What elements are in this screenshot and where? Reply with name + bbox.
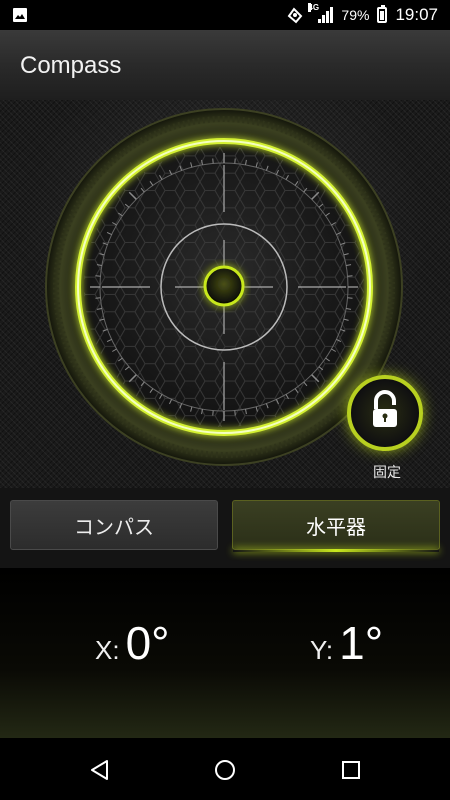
mode-tabs: コンパス 水平器 [0, 488, 450, 568]
lock-label: 固定 [373, 464, 401, 480]
app-title: Compass [20, 52, 122, 79]
tab-compass[interactable]: コンパス [10, 500, 218, 550]
unlocked-padlock-icon [373, 390, 397, 427]
back-icon[interactable] [88, 758, 112, 782]
nfc-icon [288, 7, 303, 24]
tilt-readout: X: 0° Y: 1° [0, 568, 450, 738]
y-readout: Y: 1° [310, 616, 383, 670]
tab-compass-label: コンパス [74, 516, 154, 539]
battery-percent: 79% [341, 7, 370, 23]
y-label: Y: [310, 635, 334, 665]
status-bar: 4G 79% 19:07 [0, 0, 450, 30]
navigation-bar [0, 740, 450, 800]
x-value: 0° [125, 617, 170, 669]
clock: 19:07 [395, 5, 438, 24]
tab-level-label: 水平器 [306, 516, 366, 539]
signal-icon: 4G [308, 3, 334, 23]
battery-icon [377, 5, 388, 23]
app-bar: Compass [0, 30, 450, 100]
level-bubble [203, 265, 245, 307]
home-icon[interactable] [213, 758, 237, 782]
x-readout: X: 0° [95, 616, 170, 670]
y-value: 1° [339, 617, 384, 669]
active-tab-indicator [233, 549, 439, 552]
tab-level[interactable]: 水平器 [232, 500, 440, 552]
lock-button[interactable] [347, 375, 423, 451]
recents-icon[interactable] [339, 758, 363, 782]
image-notification-icon [13, 8, 27, 22]
x-label: X: [95, 635, 120, 665]
